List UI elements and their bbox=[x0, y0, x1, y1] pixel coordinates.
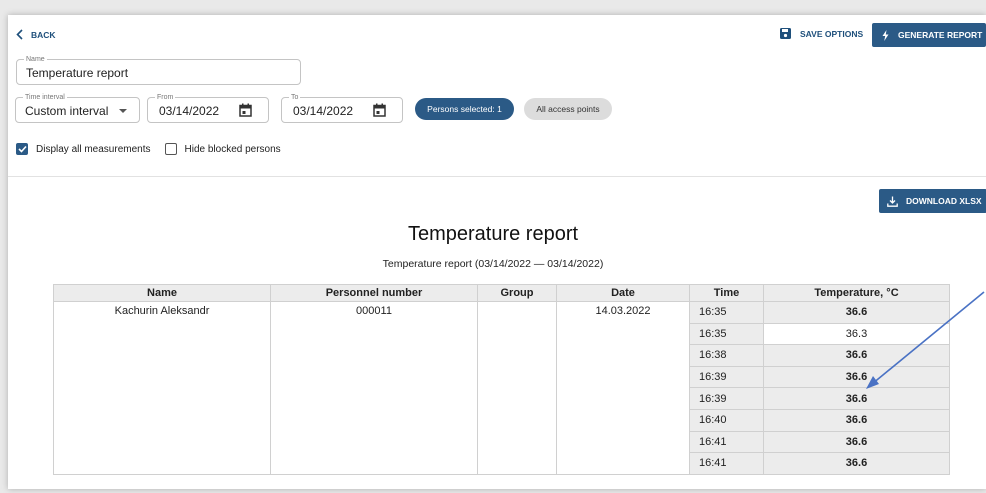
report-title: Temperature report bbox=[407, 223, 579, 245]
time-interval-select[interactable]: Time interval Custom interval bbox=[15, 93, 140, 123]
back-label: BACK bbox=[31, 29, 56, 40]
table-row: Kachurin Aleksandr 000011 14.03.2022 16:… bbox=[53, 301, 950, 475]
options-row: Display all measurements Hide blocked pe… bbox=[16, 143, 295, 155]
name-field-value: Temperature report bbox=[26, 66, 129, 80]
persons-selected-chip[interactable]: Persons selected: 1 bbox=[415, 98, 514, 120]
save-options-button[interactable]: SAVE OPTIONS bbox=[780, 28, 863, 39]
to-date-value: 03/14/2022 bbox=[293, 104, 354, 118]
name-field-label: Name bbox=[24, 55, 47, 64]
generate-report-button[interactable]: GENERATE REPORT bbox=[872, 23, 986, 47]
time-cell: 16:39 bbox=[689, 387, 764, 410]
time-interval-label: Time interval bbox=[23, 93, 67, 102]
time-interval-value: Custom interval bbox=[25, 104, 109, 118]
from-date-field[interactable]: From 03/14/2022 bbox=[147, 93, 269, 123]
save-options-label: SAVE OPTIONS bbox=[800, 28, 864, 39]
column-header: Name bbox=[53, 284, 271, 302]
report-panel: BACK SAVE OPTIONS GENERATE REPORT Name T… bbox=[8, 15, 986, 489]
divider bbox=[8, 176, 986, 177]
lightning-icon bbox=[882, 29, 889, 41]
download-xlsx-label: DOWNLOAD XLSX bbox=[906, 196, 982, 206]
temperature-cell: 36.6 bbox=[763, 430, 950, 454]
access-points-chip[interactable]: All access points bbox=[524, 98, 612, 120]
report-subtitle: Temperature report (03/14/2022 — 03/14/2… bbox=[382, 258, 604, 270]
download-icon bbox=[887, 196, 898, 207]
personnel-number-cell: 000011 bbox=[270, 301, 478, 475]
temperature-cell: 36.6 bbox=[763, 452, 950, 475]
column-header: Group bbox=[477, 284, 557, 302]
to-date-label: To bbox=[289, 93, 301, 102]
column-header: Date bbox=[556, 284, 690, 302]
time-cell: 16:35 bbox=[689, 322, 764, 346]
hide-blocked-checkbox[interactable] bbox=[164, 143, 177, 155]
time-cell: 16:40 bbox=[689, 408, 764, 432]
column-header: Time bbox=[689, 284, 764, 302]
save-icon bbox=[780, 28, 791, 39]
annotation-arrow-icon bbox=[866, 291, 985, 389]
time-cell: 16:39 bbox=[689, 365, 764, 389]
name-field[interactable]: Name Temperature report bbox=[16, 55, 301, 85]
group-cell bbox=[477, 301, 557, 475]
time-cell: 16:41 bbox=[689, 452, 764, 475]
from-date-value: 03/14/2022 bbox=[159, 104, 220, 118]
to-date-field[interactable]: To 03/14/2022 bbox=[281, 93, 403, 123]
time-cell: 16:41 bbox=[689, 430, 764, 454]
column-header: Personnel number bbox=[270, 284, 478, 302]
chevron-left-icon bbox=[16, 29, 23, 40]
display-all-label[interactable]: Display all measurements bbox=[36, 144, 151, 155]
person-name-cell: Kachurin Aleksandr bbox=[53, 301, 271, 475]
display-all-checkbox[interactable] bbox=[16, 143, 28, 155]
report-table: Name Personnel number Group Date Time Te… bbox=[53, 284, 950, 475]
time-cell: 16:38 bbox=[689, 344, 764, 367]
check-icon bbox=[17, 145, 27, 153]
table-header-row: Name Personnel number Group Date Time Te… bbox=[53, 284, 950, 302]
back-button[interactable]: BACK bbox=[16, 29, 56, 40]
generate-report-label: GENERATE REPORT bbox=[898, 30, 983, 40]
time-cell: 16:35 bbox=[689, 301, 764, 324]
date-cell: 14.03.2022 bbox=[556, 301, 690, 475]
hide-blocked-label[interactable]: Hide blocked persons bbox=[185, 144, 281, 155]
dropdown-caret-icon bbox=[119, 109, 127, 113]
calendar-icon[interactable] bbox=[373, 103, 386, 117]
temperature-cell: 36.6 bbox=[763, 408, 950, 432]
from-date-label: From bbox=[155, 93, 176, 102]
download-xlsx-button[interactable]: DOWNLOAD XLSX bbox=[879, 189, 986, 213]
calendar-icon[interactable] bbox=[239, 103, 252, 117]
